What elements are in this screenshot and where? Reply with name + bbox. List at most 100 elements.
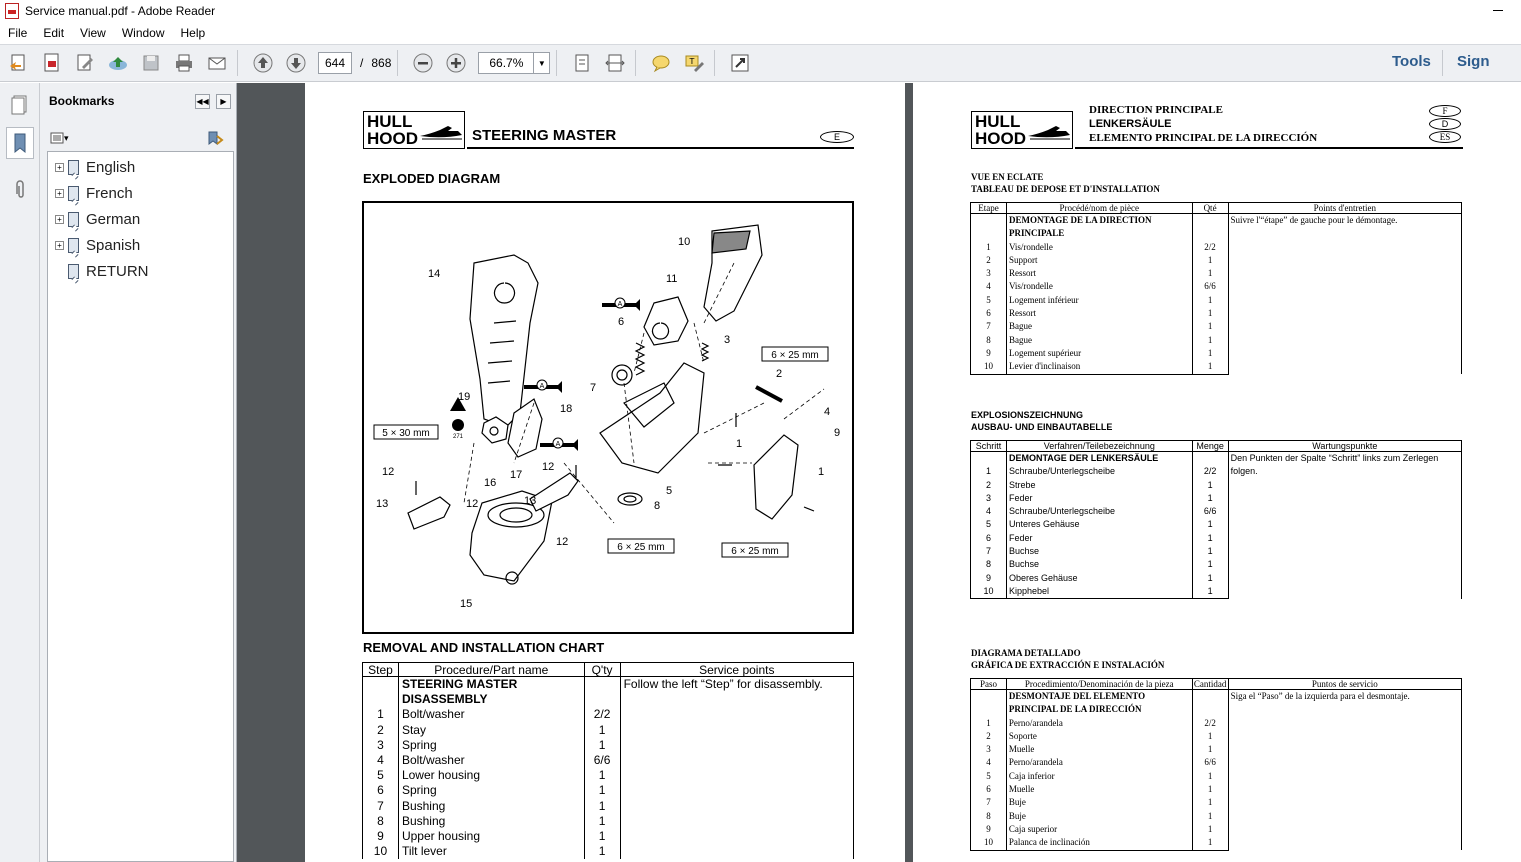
sign-link[interactable]: Sign (1457, 53, 1490, 70)
bookmark-item-french[interactable]: + French (48, 182, 133, 204)
previous-page-icon[interactable] (249, 49, 277, 77)
marker-271: 271 (453, 434, 464, 440)
step-cell: 7 (362, 798, 399, 814)
part-name-cell: Ressort (1005, 267, 1193, 281)
create-pdf-icon[interactable] (38, 49, 66, 77)
attachments-icon[interactable] (6, 173, 34, 205)
size-label: 5 × 30 mm (382, 428, 430, 439)
column-header: Wartungspunkte (1227, 440, 1463, 452)
procedure-title: DISASSEMBLY (401, 692, 488, 707)
minimize-button[interactable] (1493, 10, 1503, 11)
open-file-icon[interactable] (5, 49, 33, 77)
part-name-cell: Buje (1005, 796, 1193, 810)
menu-view[interactable]: View (72, 26, 114, 40)
part-name-cell: Bolt/washer (397, 707, 585, 723)
bookmark-label[interactable]: French (86, 185, 133, 202)
zoom-select[interactable]: 66.7% ▼ (478, 52, 551, 74)
page-separator: / (360, 56, 364, 70)
table-body: DEMONTAGE DER LENKERSÄULE Den Punkten der… (970, 451, 1463, 600)
callout-number: 1 (818, 466, 824, 478)
qty-cell: 1 (583, 829, 621, 845)
menu-help[interactable]: Help (173, 26, 214, 40)
fit-page-icon[interactable] (568, 49, 596, 77)
expand-panel-icon[interactable]: ▶ (216, 94, 231, 109)
callout-number: 1 (736, 438, 742, 450)
toolbar-divider (237, 50, 238, 76)
print-icon[interactable] (170, 49, 198, 77)
callout-number: 12 (542, 461, 554, 473)
qty-cell: 1 (583, 844, 621, 860)
page-number-input[interactable]: 644 (318, 52, 352, 74)
part-name-cell: Levier d'inclinaison (1005, 360, 1193, 375)
step-cell: 4 (362, 753, 399, 769)
column-header: Procedure/Part name (397, 662, 585, 677)
upload-icon[interactable] (104, 49, 132, 77)
zoom-out-icon[interactable] (409, 49, 437, 77)
expand-icon[interactable]: + (55, 214, 64, 224)
expand-icon[interactable]: + (55, 188, 64, 198)
column-header: Qté (1191, 202, 1229, 214)
page-total: 868 (371, 56, 392, 70)
save-icon[interactable] (137, 49, 165, 77)
chevron-down-icon[interactable]: ▼ (533, 53, 549, 73)
column-header: Cantidad (1191, 678, 1229, 690)
table-row: DEMONTAGE DE LA DIRECTION PRINCIPALE Suivr… (970, 213, 1463, 375)
bookmark-item-german[interactable]: + German (48, 208, 140, 230)
bookmark-label[interactable]: Spanish (86, 237, 140, 254)
qty-cell: 1 (1191, 809, 1229, 823)
qty-cell: 1 (1191, 558, 1229, 572)
procedure-title-cell: DEMONTAGE DE LA DIRECTION PRINCIPALE (1005, 213, 1193, 241)
step-cell: 10 (970, 584, 1007, 600)
expand-icon[interactable]: + (55, 162, 64, 172)
bookmark-options-icon[interactable]: ▾ (50, 130, 76, 146)
fit-width-icon[interactable] (601, 49, 629, 77)
column-header: Menge (1191, 440, 1229, 452)
part-name-cell: Feder (1005, 491, 1193, 506)
next-page-icon[interactable] (282, 49, 310, 77)
french-heading-1: VUE EN ECLATE (971, 172, 1044, 182)
menu-edit[interactable]: Edit (35, 26, 72, 40)
table-header-row: Step Procedure/Part name Q'ty Service po… (362, 662, 855, 677)
menu-window[interactable]: Window (114, 26, 173, 40)
column-header: Service points (619, 662, 855, 677)
callout-number: 8 (654, 500, 660, 512)
toolbar-divider (714, 50, 716, 76)
expand-bookmark-icon[interactable] (206, 130, 232, 146)
qty-cell (583, 676, 621, 708)
pdf-page-translations: HULL HOOD DIRECTION PRINCIPALE LENKERSÄU… (913, 83, 1521, 862)
step-cell: 8 (362, 813, 399, 830)
bookmark-label[interactable]: German (86, 211, 140, 228)
column-header: Puntos de servicio (1227, 678, 1463, 690)
part-name-cell: Vis/rondelle (1005, 240, 1193, 254)
collapse-panel-icon[interactable]: ◀◀ (195, 94, 210, 109)
bookmark-label[interactable]: English (86, 159, 135, 176)
step-cell: 7 (970, 545, 1007, 559)
menu-file[interactable]: File (0, 26, 35, 40)
bookmarks-panel-icon[interactable] (6, 127, 34, 159)
comment-icon[interactable] (647, 49, 675, 77)
logo-hull-text: HULL (975, 112, 1021, 131)
email-icon[interactable] (203, 49, 231, 77)
svg-text:T: T (689, 57, 695, 66)
bookmark-label[interactable]: RETURN (86, 263, 149, 280)
column-header: Procedimiento/Denominación de la pieza (1005, 678, 1193, 690)
callout-number: 5 (666, 485, 672, 497)
step-cell: 5 (362, 768, 399, 784)
fullscreen-icon[interactable] (726, 49, 754, 77)
tools-link[interactable]: Tools (1392, 53, 1431, 70)
logo-hood-text: HOOD (367, 129, 418, 148)
zoom-in-icon[interactable] (442, 49, 470, 77)
procedure-title: PRINCIPAL DE LA DIRECCIÓN (1008, 704, 1142, 715)
bookmark-item-spanish[interactable]: + Spanish (48, 234, 140, 256)
expand-icon[interactable]: + (55, 240, 64, 250)
table-header-row: Schritt Verfahren/Teilebezeichnung Menge… (970, 440, 1463, 452)
qty-cell: 1 (1191, 320, 1229, 334)
bookmark-item-english[interactable]: + English (48, 156, 135, 178)
edit-pdf-icon[interactable] (71, 49, 99, 77)
column-header: Etape (970, 202, 1007, 214)
highlight-icon[interactable]: T (680, 49, 708, 77)
bookmark-item-return[interactable]: RETURN (48, 260, 149, 282)
bookmark-icon (68, 263, 79, 279)
callout-number: 12 (466, 498, 478, 510)
page-thumbnails-icon[interactable] (6, 89, 34, 121)
